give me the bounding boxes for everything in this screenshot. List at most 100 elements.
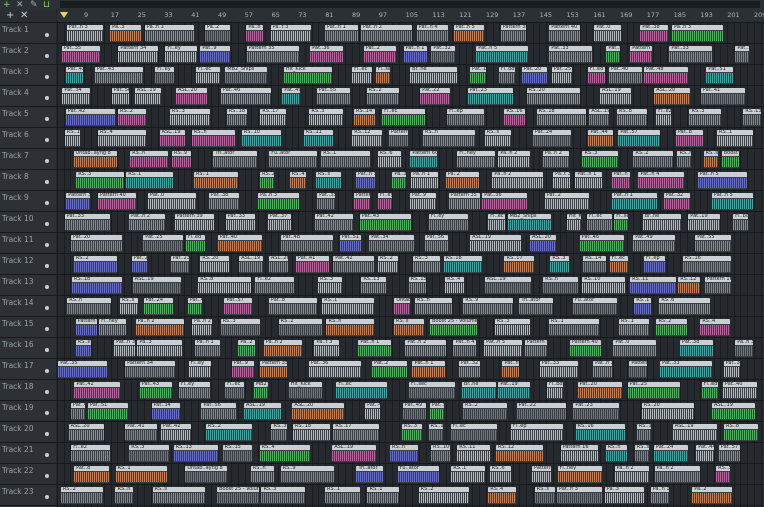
- clip-header[interactable]: Pattern 34: [118, 46, 159, 51]
- pattern-clip[interactable]: RS..18: [292, 424, 330, 441]
- pattern-clip[interactable]: Pa..n 3: [672, 25, 724, 42]
- clip-header[interactable]: RS..3: [318, 277, 343, 282]
- pattern-clip[interactable]: Pat..33: [225, 214, 255, 231]
- pattern-clip[interactable]: Fl..ec: [195, 67, 220, 84]
- pattern-clip[interactable]: RS..4: [488, 487, 517, 504]
- clip-header[interactable]: RS..10: [431, 445, 451, 450]
- pattern-clip[interactable]: Pat..33: [669, 46, 713, 63]
- pattern-clip[interactable]: Pattern 35: [448, 193, 480, 210]
- clip-header[interactable]: Pat..38: [208, 193, 239, 198]
- clip-header[interactable]: RS..2: [205, 424, 252, 429]
- clip-header[interactable]: RS..2: [656, 319, 688, 324]
- clip-header[interactable]: Pat..42: [65, 109, 115, 114]
- clip-header[interactable]: RS..n: [130, 151, 169, 156]
- pattern-clip[interactable]: RS..8: [724, 424, 759, 441]
- pattern-clip[interactable]: RS..14: [428, 424, 443, 441]
- clip-header[interactable]: RS..2: [633, 151, 674, 156]
- pattern-clip[interactable]: RS..n: [115, 487, 134, 504]
- clip-header[interactable]: RS..12: [678, 277, 701, 282]
- track-label[interactable]: Track 12: [2, 256, 34, 265]
- pattern-clip[interactable]: Pat..n 1: [575, 172, 603, 189]
- clip-header[interactable]: Fl..ec: [336, 382, 388, 387]
- pattern-clip[interactable]: Fl..e2: [656, 109, 672, 126]
- pattern-clip[interactable]: Pat..41: [125, 424, 158, 441]
- clip-header[interactable]: Fl..ec: [609, 256, 628, 261]
- clip-header[interactable]: RS..n: [422, 130, 475, 135]
- clip-header[interactable]: RS..3: [716, 466, 731, 471]
- clip-header[interactable]: Hit_Kick: [283, 67, 332, 72]
- pattern-clip[interactable]: Pat..n 4: [453, 340, 477, 357]
- clip-header[interactable]: Pat..48: [280, 235, 333, 240]
- clip-header[interactable]: Pa..n 2: [246, 25, 264, 30]
- pattern-clip[interactable]: Pat..8: [268, 298, 317, 315]
- clip-header[interactable]: RS..15: [64, 130, 80, 135]
- pattern-clip[interactable]: Fl..ed: [185, 235, 205, 252]
- clip-header[interactable]: RS..4: [259, 445, 310, 450]
- pattern-clip[interactable]: RS..18: [226, 109, 247, 126]
- pattern-clip[interactable]: Pat..n 3: [556, 487, 602, 504]
- pattern-clip[interactable]: Pat..38: [208, 193, 239, 210]
- pattern-clip[interactable]: RS..3: [169, 109, 210, 126]
- pattern-clip[interactable]: RS..2: [377, 256, 398, 273]
- pattern-clip[interactable]: RS..s: [634, 445, 649, 462]
- clip-header[interactable]: Pat..24: [532, 130, 571, 135]
- track-mute-indicator[interactable]: [45, 390, 49, 394]
- clip-header[interactable]: Pat..n 5: [484, 340, 523, 345]
- clip-header[interactable]: Pat..51: [87, 403, 128, 408]
- pattern-clip[interactable]: RS..4: [289, 172, 306, 189]
- pattern-clip[interactable]: RS..2: [260, 172, 275, 189]
- clip-header[interactable]: RS..10: [241, 130, 281, 135]
- pattern-clip[interactable]: Pat..23: [573, 403, 620, 420]
- pattern-clip[interactable]: Pa..n 2: [654, 466, 700, 483]
- clip-header[interactable]: Fu..ator: [269, 151, 318, 156]
- clip-header[interactable]: Pat..57: [718, 445, 740, 450]
- clip-header[interactable]: Pa..n 2: [492, 172, 544, 177]
- pattern-clip[interactable]: Pat..n 2: [405, 340, 447, 357]
- pattern-clip[interactable]: Pat..n 1: [403, 46, 427, 63]
- pattern-clip[interactable]: Pat..n 1: [324, 25, 358, 42]
- clip-header[interactable]: Pat..57: [618, 130, 661, 135]
- track-label[interactable]: Track 18: [2, 382, 34, 391]
- pattern-clip[interactable]: Pat..42: [74, 382, 121, 399]
- clip-header[interactable]: Pat..42: [74, 382, 121, 387]
- pattern-clip[interactable]: Pat..37: [735, 46, 750, 63]
- pattern-clip[interactable]: RS..8: [198, 277, 252, 294]
- clip-header[interactable]: Pat..46: [579, 235, 624, 240]
- clip-header[interactable]: RS..2: [73, 256, 117, 261]
- track-label[interactable]: Track 4: [2, 88, 29, 97]
- clip-header[interactable]: Fl..ep: [643, 256, 665, 261]
- pattern-clip[interactable]: Fl..ec: [488, 214, 506, 231]
- pattern-clip[interactable]: Fl..ep: [643, 256, 665, 273]
- clip-header[interactable]: Pat..n 3: [66, 25, 103, 30]
- clip-header[interactable]: RS..4: [97, 130, 146, 135]
- clip-header[interactable]: Tri..ator: [356, 466, 384, 471]
- pattern-clip[interactable]: Pat..25: [551, 67, 572, 84]
- clip-header[interactable]: Pat..2: [544, 193, 589, 198]
- pattern-clip[interactable]: Tri..ator: [213, 151, 258, 168]
- clip-header[interactable]: Fl..ed: [587, 67, 605, 72]
- pattern-clip[interactable]: Pat..n 2: [611, 172, 630, 189]
- track-mute-indicator[interactable]: [45, 348, 49, 352]
- pattern-clip[interactable]: Pattern 60: [410, 151, 438, 168]
- clip-header[interactable]: Pat..35: [317, 193, 336, 198]
- pattern-clip[interactable]: Pattern 33: [66, 193, 91, 210]
- pattern-clip[interactable]: RS..3: [76, 172, 125, 189]
- pattern-clip[interactable]: Pat..2: [544, 193, 589, 210]
- clip-header[interactable]: RS..s: [119, 298, 138, 303]
- clip-header[interactable]: RS..20: [641, 403, 694, 408]
- clip-header[interactable]: RS..3: [550, 256, 570, 261]
- pattern-clip[interactable]: Pat..9: [409, 193, 436, 210]
- track-label[interactable]: Track 10: [2, 214, 34, 223]
- clip-header[interactable]: Fl..ey: [165, 46, 198, 51]
- clip-header[interactable]: Pat..9: [200, 46, 231, 51]
- clip-header[interactable]: Pattern 39: [629, 361, 648, 366]
- pattern-clip[interactable]: Pat..57: [618, 130, 661, 147]
- pattern-clip[interactable]: Boost 25 - Volume: [430, 319, 478, 336]
- clip-header[interactable]: RS..17: [260, 109, 287, 114]
- pattern-clip[interactable]: Boost 25 - Volume: [721, 151, 739, 168]
- clip-header[interactable]: Pat..33: [64, 214, 110, 219]
- clip-header[interactable]: Pa..n 2: [498, 151, 531, 156]
- clip-header[interactable]: RS..11: [457, 445, 491, 450]
- pattern-clip[interactable]: RS..3: [220, 319, 260, 336]
- pattern-clip[interactable]: ASL..20: [292, 403, 345, 420]
